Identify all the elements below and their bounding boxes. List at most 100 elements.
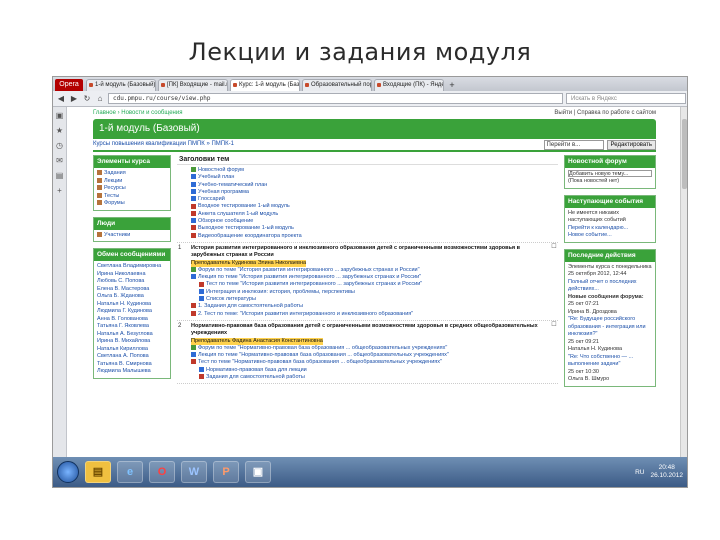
topic-checkbox[interactable]: ☐ [550,243,558,320]
list-item[interactable]: Нормативно-правовая база для лекции [191,367,548,374]
window-icon[interactable]: ▣ [245,461,271,483]
opera-icon[interactable]: O [149,461,175,483]
assignment-icon [199,374,204,380]
list-item[interactable]: Учебный план [191,174,548,181]
list-item[interactable]: Видеообращение координатора проекта [191,233,548,240]
messaging-block: Обмен сообщениями Светлана Владимировна … [93,248,171,379]
contact-item[interactable]: Любовь С. Попова [97,278,167,286]
list-item[interactable]: Новостной форум [191,167,548,174]
contact-item[interactable]: Наталья А. Безуглова [97,331,167,339]
home-icon[interactable]: ⌂ [95,94,105,104]
contact-item[interactable]: Ирина Николаевна [97,271,167,279]
list-item[interactable]: Выходное тестирование 1-ый модуль [191,225,548,232]
top-navigation[interactable]: Главное › Новости и сообщения [93,107,182,119]
list-item[interactable]: 2. Тест по теме: "История развития интег… [191,311,548,318]
new-event-link[interactable]: Новое событие... [568,232,652,240]
lecture-icon [191,352,196,358]
list-item[interactable]: Лекция по теме "История развития интегри… [191,274,548,281]
test-icon [199,281,204,287]
contact-item[interactable]: Ольга Б. Жданова [97,293,167,301]
scrollbar-thumb[interactable] [682,119,687,189]
page-scrollbar[interactable] [680,107,687,459]
list-item[interactable]: Глоссарий [191,196,548,203]
contact-item[interactable]: Анна В. Голованова [97,316,167,324]
contact-item[interactable]: Наталья Н. Кудинова [97,301,167,309]
contact-item[interactable]: Татьяна Г. Яковлева [97,323,167,331]
browser-tab[interactable]: Входящие (ПК) - Яндекс [374,79,444,91]
list-item[interactable]: Учебно-тематический план [191,182,548,189]
list-item[interactable]: Список литературы [191,296,548,303]
topic-author: Преподаватель Фадина Анастасия Константи… [191,337,323,345]
reload-icon[interactable]: ↻ [82,94,92,104]
topic-number: 1 [178,244,182,251]
contact-item[interactable]: Людмила Малышева [97,368,167,376]
survey-icon [191,210,196,216]
notes-icon[interactable]: ▤ [56,171,64,180]
add-topic-link[interactable]: Добавить новую тему... [568,170,652,177]
jump-to-select[interactable]: Перейти в... [543,139,604,150]
list-item[interactable]: Лекция по теме "Нормативно-правовая база… [191,352,548,359]
list-item[interactable]: Форум по теме "Нормативно-правовая база … [191,345,548,352]
list-item[interactable]: Анкета слушателя 1-ый модуль [191,211,548,218]
contact-item[interactable]: Светлана А. Попова [97,353,167,361]
list-item[interactable]: Форум по теме "История развития интегрир… [191,267,548,274]
word-icon[interactable]: W [181,461,207,483]
sidebar-item-resources[interactable]: Ресурсы [97,185,167,193]
add-panel-icon[interactable]: + [57,186,62,195]
browser-tab[interactable]: Образовательный портал [302,79,372,91]
full-report-link[interactable]: Полный отчет о последних действиях... [568,279,652,294]
browser-tab[interactable]: [ПК] Входящие - mail.ru [158,79,228,91]
list-item[interactable]: Задания для самостоятельной работы [191,374,548,381]
post-link[interactable]: "Re: Будущее российского образования - и… [568,316,652,339]
calendar-link[interactable]: Перейти к календарю... [568,225,652,233]
forum-posts-heading: Новые сообщения форума: [568,293,644,300]
list-item[interactable]: 1. Задания для самостоятельной работы [191,303,548,310]
explorer-icon[interactable]: ▤ [85,461,111,483]
back-icon[interactable]: ◀ [56,94,66,104]
browser-screenshot: Opera 1-й модуль (Базовый) [ПК] Входящие… [52,76,688,488]
speed-dial-icon[interactable]: ▣ [56,111,64,120]
list-item[interactable]: Тест по теме "Нормативно-правовая база о… [191,359,548,366]
list-item[interactable]: Интеграция и инклюзия: история, проблемы… [191,289,548,296]
sidebar-item-assignments[interactable]: Задания [97,170,167,178]
mail-icon[interactable]: ✉ [56,156,63,165]
clock[interactable]: 20:48 26.10.2012 [650,464,683,480]
forward-icon[interactable]: ▶ [69,94,79,104]
ie-icon[interactable]: e [117,461,143,483]
sidebar-item-participants[interactable]: Участники [97,232,167,240]
breadcrumb[interactable]: Курсы повышения квалификации ПМПК » ПМПК… [93,139,234,150]
topic-1: 1 История развития интегрированного и ин… [177,243,558,321]
sidebar-item-tests[interactable]: Тесты [97,193,167,201]
bookmarks-icon[interactable]: ★ [56,126,63,135]
new-tab-icon[interactable]: + [446,80,458,91]
news-forum-block: Новостной форум Добавить новую тему... (… [564,155,656,189]
contact-item[interactable]: Наталья Кириллова [97,346,167,354]
list-item[interactable]: Учебная программа [191,189,548,196]
list-item[interactable]: Обзорное сообщение [191,218,548,225]
post-link[interactable]: "Re: Что собственно — ... выполнение зад… [568,354,652,369]
language-indicator[interactable]: RU [635,469,644,476]
test-icon [191,310,196,316]
topic-2: 2 Нормативно-правовая база образования д… [177,321,558,385]
document-icon [199,296,204,302]
sidebar-item-lectures[interactable]: Лекции [97,178,167,186]
list-item[interactable]: Входное тестирование 1-ый модуль [191,203,548,210]
browser-tab-active[interactable]: Курс: 1-й модуль (Базовый) [230,79,300,91]
opera-menu-button[interactable]: Opera [55,79,83,91]
url-input[interactable]: cdu.pmpu.ru/course/view.php [108,93,563,104]
contact-item[interactable]: Светлана Владимировна [97,263,167,271]
start-button[interactable] [57,461,79,483]
list-item[interactable]: Тест по теме "История развития интегриро… [191,281,548,288]
edit-button[interactable]: Редактировать [606,139,656,150]
topic-checkbox[interactable]: ☐ [550,321,558,383]
contact-item[interactable]: Татьяна В. Смирнова [97,361,167,369]
contact-item[interactable]: Елена В. Мастерова [97,286,167,294]
contact-item[interactable]: Людмила Г. Кудинова [97,308,167,316]
contact-item[interactable]: Ирина В. Михайлова [97,338,167,346]
browser-tab[interactable]: 1-й модуль (Базовый) [86,79,156,91]
top-links[interactable]: Выйти | Справка по работе с сайтом [554,107,656,119]
powerpoint-icon[interactable]: P [213,461,239,483]
search-input[interactable]: Искать в Яндекс [566,93,686,104]
sidebar-item-forums[interactable]: Форумы [97,200,167,208]
history-icon[interactable]: ◷ [56,141,63,150]
